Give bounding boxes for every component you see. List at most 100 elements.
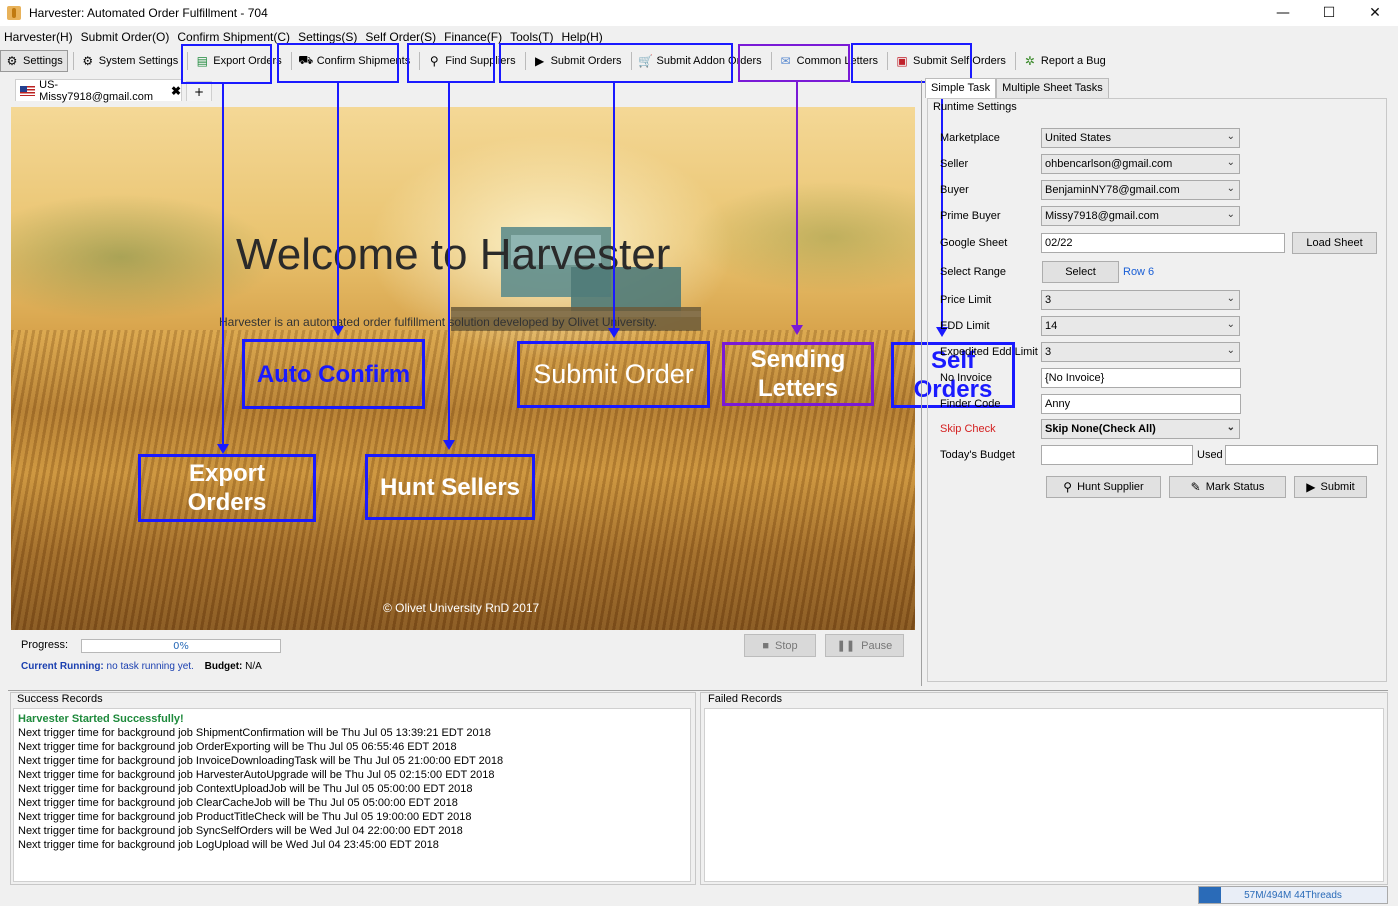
arrow-line-hunt [448, 83, 450, 442]
load-sheet-button[interactable]: Load Sheet [1292, 232, 1377, 254]
arrow-head-hunt [443, 440, 455, 450]
close-button[interactable]: ✕ [1352, 0, 1398, 26]
used-label: Used [1197, 449, 1223, 461]
annotation-auto-confirm: Auto Confirm [242, 339, 425, 409]
finder-code-label: Finder Code [940, 398, 1001, 410]
highlight-submit-orders [499, 43, 733, 83]
google-sheet-label: Google Sheet [940, 237, 1008, 249]
edd-limit-label: EDD Limit [940, 320, 990, 332]
account-tab[interactable]: US-Missy7918@gmail.com ✖ [15, 78, 182, 103]
log-line: Next trigger time for background job Con… [18, 783, 473, 795]
arrow-line-letters [796, 82, 798, 326]
no-invoice-input[interactable]: {No Invoice} [1041, 368, 1241, 388]
edd-limit-value: 14 [1045, 320, 1058, 332]
window-title: Harvester: Automated Order Fulfillment -… [29, 6, 268, 20]
annotation-sending-letters: Sending Letters [722, 342, 874, 406]
arrow-line-submit [613, 83, 615, 329]
toolbar-separator [72, 52, 74, 70]
arrow-head-submit [608, 328, 620, 338]
selected-row-link[interactable]: Row 6 [1123, 266, 1154, 278]
mark-status-button[interactable]: ✎ Mark Status [1169, 476, 1286, 498]
highlight-confirm-shipments [277, 43, 399, 83]
annotation-hunt-sellers: Hunt Sellers [365, 454, 535, 520]
prime-buyer-select[interactable]: Missy7918@gmail.com ⌄ [1041, 206, 1240, 226]
tab-simple-task[interactable]: Simple Task [925, 78, 997, 98]
copyright-text: © Olivet University RnD 2017 [383, 601, 540, 615]
skip-check-select[interactable]: Skip None(Check All) ⌄ [1041, 419, 1240, 439]
account-tab-label: US-Missy7918@gmail.com [39, 78, 154, 103]
welcome-heading: Welcome to Harvester [236, 230, 671, 279]
task-tabs: Simple Task Multiple Sheet Tasks [925, 78, 1109, 98]
tab-multiple-sheet-tasks[interactable]: Multiple Sheet Tasks [996, 78, 1109, 98]
chevron-down-icon: ⌄ [1226, 422, 1235, 433]
annotation-export-orders: Export Orders [138, 454, 316, 522]
submit-button[interactable]: ▶ Submit [1294, 476, 1367, 498]
pause-icon: ❚❚ [836, 640, 856, 652]
system-settings-button[interactable]: ⚙ System Settings [77, 50, 182, 72]
marketplace-value: United States [1045, 132, 1112, 144]
buyer-label: Buyer [940, 184, 969, 196]
expedited-edd-limit-value: 3 [1045, 346, 1052, 358]
prime-buyer-label: Prime Buyer [940, 210, 1001, 222]
stop-button[interactable]: ■ Stop [744, 634, 816, 657]
minimize-button[interactable]: — [1260, 0, 1306, 26]
used-input[interactable] [1225, 445, 1378, 465]
current-running-value: no task running yet. [106, 661, 194, 672]
memory-indicator[interactable]: 57M/494M 44Threads [1198, 886, 1388, 904]
buyer-select[interactable]: BenjaminNY78@gmail.com ⌄ [1041, 180, 1240, 200]
gears-icon: ⚙ [82, 54, 94, 68]
success-records-log[interactable]: Harvester Started Successfully! Next tri… [13, 708, 691, 882]
log-line: Next trigger time for background job Shi… [18, 727, 491, 739]
arrow-head-letters [791, 325, 803, 335]
progress-bar: 0% [81, 639, 281, 653]
select-range-button[interactable]: Select [1042, 261, 1119, 283]
annotation-submit-order: Submit Order [517, 341, 710, 408]
harvester-logo-icon [7, 6, 21, 20]
bug-icon: ✲ [1024, 54, 1035, 68]
stop-label: Stop [775, 639, 798, 652]
add-tab-button[interactable]: + [186, 81, 212, 101]
maximize-button[interactable]: ☐ [1306, 0, 1352, 26]
price-limit-value: 3 [1045, 294, 1052, 306]
google-sheet-input[interactable]: 02/22 [1041, 233, 1285, 253]
seller-label: Seller [940, 158, 969, 170]
marketplace-label: Marketplace [940, 132, 1000, 144]
report-bug-button[interactable]: ✲ Report a Bug [1019, 50, 1110, 72]
memory-text: 57M/494M 44Threads [1244, 889, 1342, 901]
pause-button[interactable]: ❚❚ Pause [825, 634, 904, 657]
log-line: Next trigger time for background job Har… [18, 769, 495, 781]
main-vertical-divider [921, 80, 922, 686]
todays-budget-input[interactable] [1041, 445, 1193, 465]
current-running: Current Running: no task running yet. Bu… [21, 661, 262, 672]
stop-icon: ■ [762, 639, 769, 652]
marketplace-select[interactable]: United States ⌄ [1041, 128, 1240, 148]
select-range-label: Select Range [940, 266, 1007, 278]
menu-submit-order[interactable]: Submit Order(O) [77, 28, 174, 46]
price-limit-select[interactable]: 3 ⌄ [1041, 290, 1240, 310]
settings-label: Settings [23, 55, 63, 67]
skip-check-label: Skip Check [940, 423, 996, 435]
log-line: Next trigger time for background job Pro… [18, 811, 472, 823]
settings-button[interactable]: ⚙ Settings [0, 50, 68, 72]
close-tab-icon[interactable]: ✖ [171, 84, 181, 98]
title-bar: Harvester: Automated Order Fulfillment -… [0, 0, 1398, 26]
search-icon: ⚲ [1063, 480, 1073, 494]
finder-code-input[interactable]: Anny [1041, 394, 1241, 414]
expedited-edd-limit-select[interactable]: 3 ⌄ [1041, 342, 1240, 362]
menu-harvester[interactable]: Harvester(H) [0, 28, 77, 46]
arrow-line-confirm [337, 83, 339, 327]
chevron-down-icon: ⌄ [1226, 131, 1235, 142]
edd-limit-select[interactable]: 14 ⌄ [1041, 316, 1240, 336]
chevron-down-icon: ⌄ [1226, 345, 1235, 356]
price-limit-label: Price Limit [940, 294, 992, 306]
buyer-value: BenjaminNY78@gmail.com [1045, 184, 1180, 196]
hunt-supplier-button[interactable]: ⚲ Hunt Supplier [1046, 476, 1161, 498]
memory-fill [1199, 887, 1221, 903]
welcome-subtitle: Harvester is an automated order fulfillm… [219, 315, 657, 329]
seller-select[interactable]: ohbencarlson@gmail.com ⌄ [1041, 154, 1240, 174]
budget-value: N/A [245, 661, 262, 672]
play-icon: ▶ [1306, 480, 1316, 494]
failed-records-log[interactable] [704, 708, 1384, 882]
toolbar-separator [1014, 52, 1016, 70]
chevron-down-icon: ⌄ [1226, 319, 1235, 330]
